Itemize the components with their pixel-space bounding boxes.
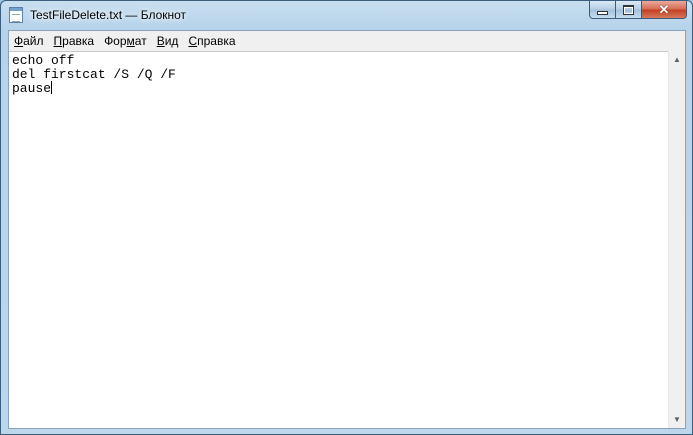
caption-buttons: ✕ bbox=[589, 1, 687, 20]
title-bar[interactable]: TestFileDelete.txt — Блокнот ✕ bbox=[1, 1, 692, 29]
notepad-icon[interactable] bbox=[9, 7, 23, 23]
menu-help-accel: С bbox=[188, 34, 198, 48]
menu-bar: Файл Правка Формат Вид Справка bbox=[9, 31, 685, 52]
menu-edit[interactable]: Правка bbox=[49, 31, 100, 51]
minimize-icon bbox=[597, 10, 608, 15]
menu-file[interactable]: Файл bbox=[9, 31, 49, 51]
menu-help-rest: правка bbox=[197, 34, 236, 48]
menu-file-rest: айл bbox=[23, 34, 44, 48]
menu-view-accel: В bbox=[156, 34, 165, 48]
minimize-button[interactable] bbox=[589, 1, 616, 19]
vertical-scrollbar[interactable]: ▲ ▼ bbox=[668, 51, 685, 428]
menu-file-accel: Ф bbox=[14, 34, 24, 48]
scroll-up-arrow-icon[interactable]: ▲ bbox=[669, 51, 685, 68]
editor-line: pause bbox=[12, 81, 52, 96]
close-icon: ✕ bbox=[658, 2, 670, 17]
scroll-down-arrow-icon[interactable]: ▼ bbox=[669, 411, 685, 428]
menu-format-accel: м bbox=[126, 34, 135, 48]
menu-format-post: ат bbox=[134, 34, 147, 48]
menu-help[interactable]: Справка bbox=[183, 31, 240, 51]
text-editor[interactable]: echo off del firstcat /S /Q /F pause bbox=[9, 51, 669, 428]
client-area: Файл Правка Формат Вид Справка echo off d… bbox=[8, 30, 686, 429]
menu-edit-accel: П bbox=[53, 34, 63, 48]
menu-view-rest: ид bbox=[164, 34, 179, 48]
notepad-window: TestFileDelete.txt — Блокнот ✕ Файл Прав… bbox=[0, 0, 693, 435]
menu-view[interactable]: Вид bbox=[152, 31, 184, 51]
maximize-button[interactable] bbox=[616, 1, 642, 19]
menu-format-pre: Фор bbox=[104, 34, 127, 48]
maximize-icon bbox=[623, 4, 634, 15]
menu-edit-rest: равка bbox=[62, 34, 95, 48]
menu-format[interactable]: Формат bbox=[99, 31, 152, 51]
window-title: TestFileDelete.txt — Блокнот bbox=[30, 8, 187, 22]
editor-line-with-caret: pause bbox=[12, 81, 666, 96]
editor-line: del firstcat /S /Q /F bbox=[12, 66, 176, 82]
close-button[interactable]: ✕ bbox=[642, 1, 687, 19]
editor-line: echo off bbox=[12, 53, 75, 68]
text-caret bbox=[51, 81, 53, 94]
